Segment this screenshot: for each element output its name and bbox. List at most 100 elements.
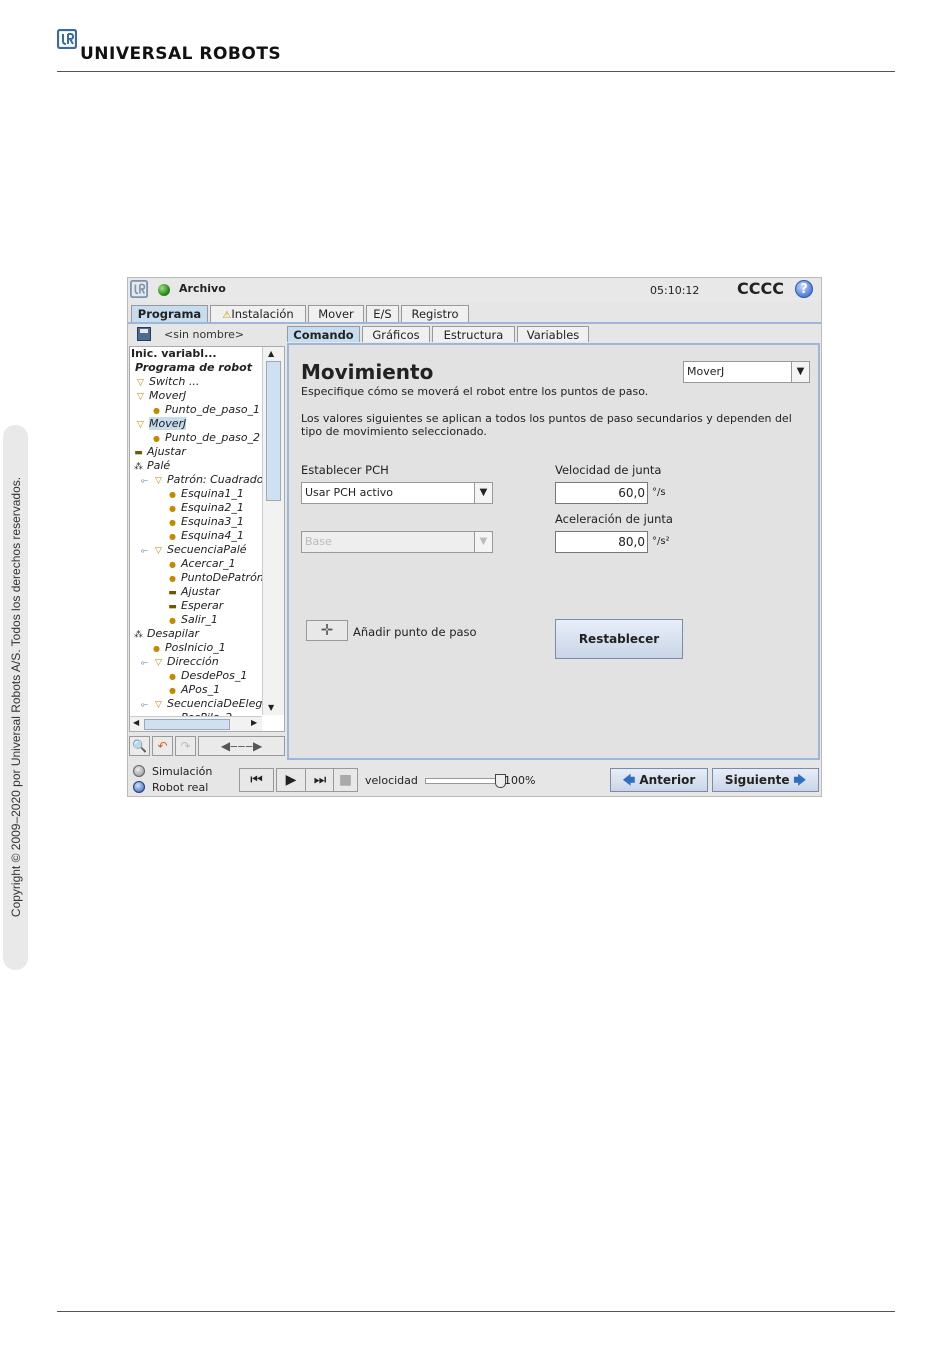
tree-item[interactable]: ▬ Ajustar [167, 585, 220, 599]
joint-accel-input[interactable]: 80,0 [555, 531, 648, 553]
tab-registro[interactable]: Registro [401, 305, 469, 322]
speed-slider[interactable] [425, 774, 506, 788]
waypoint-icon: ● [169, 574, 176, 583]
undo-icon[interactable]: ↶ [152, 736, 173, 756]
play-button[interactable]: ▶ [276, 768, 306, 792]
triangle-icon: ▽ [137, 392, 144, 402]
tree-item[interactable]: ● Esquina1_1 [167, 487, 244, 501]
tree-item[interactable]: ⟜ ▽ SecuenciaDeElegir [139, 697, 270, 711]
waypoint-icon: ● [169, 504, 176, 513]
header-divider [57, 71, 895, 72]
rewind-button[interactable]: ⏮ [239, 768, 274, 792]
search-icon[interactable]: 🔍 [129, 736, 150, 756]
tab-mover[interactable]: Mover [308, 305, 364, 322]
description-detail: Los valores siguientes se aplican a todo… [301, 412, 792, 438]
help-icon[interactable]: ? [795, 280, 813, 298]
copyright-text: Copyright © 2009–2020 por Universal Robo… [9, 476, 23, 918]
scroll-left-icon[interactable]: ◀ [133, 718, 139, 727]
waypoint-icon: ● [153, 434, 160, 443]
tab-comando[interactable]: Comando [287, 326, 360, 342]
tree-item[interactable]: ● Esquina4_1 [167, 529, 244, 543]
tab-graficos[interactable]: Gráficos [362, 326, 430, 342]
move-type-value: MoverJ [687, 365, 725, 378]
tree-item[interactable]: ● Punto_de_paso_1 [151, 403, 260, 417]
tree-item[interactable]: ● APos_1 [167, 683, 220, 697]
add-waypoint-button[interactable]: ✛ [306, 620, 348, 641]
tree-item[interactable]: ⟜ ▽ Patrón: Cuadrado [139, 473, 264, 487]
scroll-up-icon[interactable]: ▲ [268, 349, 274, 358]
tree-item[interactable]: Inic. variabl... [131, 347, 217, 361]
play-icon: ▶ [285, 772, 297, 788]
scroll-right-icon[interactable]: ▶ [251, 718, 257, 727]
scroll-down-icon[interactable]: ▼ [268, 703, 274, 712]
tree-item[interactable]: ⁂ Desapilar [133, 627, 199, 641]
feature-select[interactable]: Base ▼ [301, 531, 493, 553]
simulation-radio[interactable] [133, 765, 145, 777]
tree-item-selected[interactable]: ▽ MoverJ [135, 417, 187, 431]
tree-item[interactable]: ⁂ Palé [133, 459, 170, 473]
tree-item[interactable]: ⟜ ▽ SecuenciaPalé [139, 543, 247, 557]
tcp-select[interactable]: Usar PCH activo ▼ [301, 482, 493, 504]
tree-item[interactable]: ● Esquina3_1 [167, 515, 244, 529]
waypoint-icon: ● [153, 406, 160, 415]
joint-accel-label: Aceleración de junta [555, 512, 673, 526]
page-title: Movimiento [301, 360, 434, 384]
previous-button[interactable]: 🡄 Anterior [610, 768, 708, 792]
waypoint-icon: ● [169, 532, 176, 541]
triangle-icon: ▽ [137, 378, 144, 388]
real-robot-radio[interactable] [133, 781, 145, 793]
tab-variables[interactable]: Variables [517, 326, 589, 342]
tree-vertical-scrollbar[interactable]: ▲ ▼ [262, 347, 284, 715]
move-node-arrows-icon[interactable]: ◀‒‒‒▶ [198, 736, 285, 756]
next-label: Siguiente [724, 773, 790, 787]
tree-item[interactable]: ● Salir_1 [167, 613, 218, 627]
set-icon: ▬ [134, 448, 143, 458]
arrow-right-icon: 🡆 [793, 773, 807, 787]
waypoint-icon: ● [169, 686, 176, 695]
tree-item[interactable]: ⟜ ▽ Dirección [139, 655, 219, 669]
save-icon[interactable] [137, 327, 151, 341]
reset-button[interactable]: Restablecer [555, 619, 683, 659]
step-button[interactable]: ⏭ [305, 768, 335, 792]
tree-item[interactable]: ▬ Ajustar [133, 445, 186, 459]
stop-button[interactable]: ■ [333, 768, 358, 792]
add-waypoint-label: Añadir punto de paso [353, 625, 477, 639]
joint-speed-label: Velocidad de junta [555, 463, 662, 477]
tree-item[interactable]: ● Esquina2_1 [167, 501, 244, 515]
arrow-left-icon: 🡄 [622, 773, 636, 787]
scroll-thumb[interactable] [144, 719, 230, 730]
move-type-select[interactable]: MoverJ ▼ [683, 361, 810, 383]
tree-item[interactable]: ● DesdePos_1 [167, 669, 247, 683]
program-tree[interactable]: Inic. variabl... Programa de robot ▽ Swit… [129, 346, 285, 732]
plus-icon: ✛ [320, 621, 334, 639]
tree-item[interactable]: ● Acercar_1 [167, 557, 236, 571]
tree-item[interactable]: ▽ Switch ... [135, 375, 199, 389]
branch-icon: ⟜ [140, 658, 149, 668]
polyscope-screenshot: Archivo 05:10:12 CCCC ? Programa ⚠Instal… [127, 277, 822, 797]
tree-item[interactable]: ● PuntoDePatrón [167, 571, 264, 585]
joint-speed-input[interactable]: 60,0 [555, 482, 648, 504]
tab-programa[interactable]: Programa [131, 305, 208, 322]
tab-instalacion[interactable]: ⚠Instalación [210, 305, 306, 322]
step-icon: ⏭ [313, 772, 327, 788]
tree-item[interactable]: Programa de robot [135, 361, 252, 375]
tree-item[interactable]: ● PosInicio_1 [151, 641, 226, 655]
next-button[interactable]: Siguiente 🡆 [712, 768, 819, 792]
tree-item[interactable]: ▬ Esperar [167, 599, 223, 613]
program-file-bar: <sin nombre> [130, 325, 285, 345]
skip-back-icon: ⏮ [250, 772, 263, 788]
tree-horizontal-scrollbar[interactable]: ◀ ▶ [130, 716, 262, 731]
redo-icon[interactable]: ↷ [175, 736, 196, 756]
wait-icon: ▬ [168, 602, 177, 612]
previous-label: Anterior [639, 773, 696, 787]
tab-es[interactable]: E/S [366, 305, 399, 322]
tree-item[interactable]: ▽ MoverJ [135, 389, 186, 403]
waypoint-icon: ● [169, 672, 176, 681]
tab-estructura[interactable]: Estructura [432, 326, 515, 342]
tree-item[interactable]: ● Punto_de_paso_2 [151, 431, 260, 445]
joint-accel-unit: °/s² [652, 536, 670, 547]
status-globe-icon [158, 284, 170, 296]
file-menu[interactable]: Archivo [179, 282, 226, 295]
set-icon: ▬ [168, 588, 177, 598]
scroll-thumb[interactable] [266, 361, 281, 501]
